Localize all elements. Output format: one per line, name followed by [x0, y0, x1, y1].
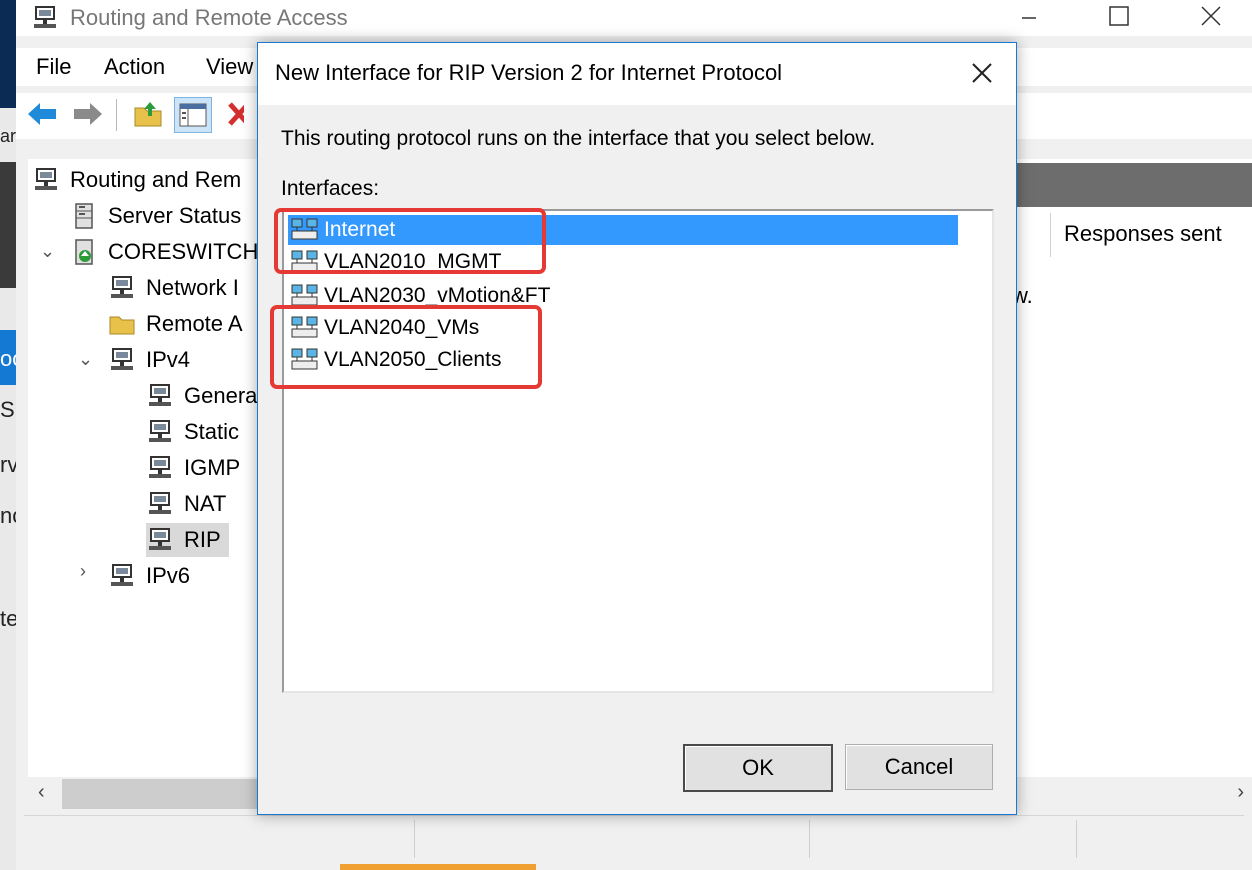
dialog-title: New Interface for RIP Version 2 for Inte… [275, 60, 783, 85]
tree-item-routing-root[interactable]: Routing and Rem [32, 163, 241, 197]
forward-button[interactable] [70, 97, 106, 131]
tree-item-label: Remote A [146, 311, 243, 336]
tree-item-server-status[interactable]: Server Status [70, 199, 241, 233]
interfaces-label: Interfaces: [281, 177, 380, 200]
network-icon [108, 346, 136, 374]
tree-item-nat[interactable]: NAT [146, 487, 226, 521]
network-icon [146, 490, 174, 518]
column-header-responses-sent[interactable]: Responses sent [1064, 221, 1222, 247]
annotation-highlight-box [270, 305, 542, 389]
server-up-icon [70, 238, 98, 266]
close-icon [972, 63, 992, 83]
server-stack-icon [70, 202, 98, 230]
tree-item-label: Static [184, 419, 240, 444]
folder-icon [108, 310, 136, 338]
forward-arrow-icon [74, 103, 102, 125]
tree-item-general[interactable]: Genera [146, 379, 257, 413]
tree-item-coreswitch[interactable]: CORESWITCH [70, 235, 258, 269]
network-icon [146, 418, 174, 446]
annotation-highlight-box [274, 208, 546, 274]
rras-app-icon [32, 5, 58, 36]
desktop-navy-band [0, 0, 16, 108]
dialog-description: This routing protocol runs on the interf… [281, 127, 876, 150]
menu-action[interactable]: Action [104, 54, 165, 80]
network-icon [108, 274, 136, 302]
back-button[interactable] [24, 97, 60, 131]
desktop-fragment-text: rv [0, 452, 16, 477]
scrollbar-thumb[interactable] [62, 779, 262, 809]
tree-item-label: Routing and Rem [70, 167, 242, 192]
tree-item-label: RIP [184, 527, 221, 552]
window-title: Routing and Remote Access [70, 5, 348, 30]
status-bar-separator [414, 820, 415, 858]
tree-item-igmp[interactable]: IGMP [146, 451, 240, 485]
interfaces-list[interactable]: Internet VLAN2010_MGMT VLAN2030_vMotion&… [282, 209, 994, 693]
scroll-right-icon[interactable]: › [1237, 781, 1244, 804]
show-hide-pane-icon [179, 103, 207, 127]
status-bar-separator [1076, 820, 1077, 858]
tree-item-ipv6[interactable]: IPv6 [108, 559, 190, 593]
ok-button[interactable]: OK [683, 744, 833, 792]
tree-item-label: IPv6 [146, 563, 191, 588]
desktop-fragment-text: ar [0, 126, 16, 146]
server-icon [32, 166, 60, 194]
console-tree: Routing and Rem Server Status ⌄ CORESWIT… [28, 159, 278, 777]
tree-item-label: Network I [146, 275, 239, 300]
delete-icon [228, 102, 244, 126]
chevron-down-icon[interactable]: ⌄ [40, 241, 55, 262]
toolbar-separator [116, 99, 117, 131]
column-separator[interactable] [1050, 213, 1051, 257]
up-one-level-button[interactable] [130, 97, 166, 131]
network-icon [146, 526, 174, 554]
back-arrow-icon [28, 103, 56, 125]
tree-item-network-interfaces[interactable]: Network I [108, 271, 239, 305]
desktop-fragment-text: nc [0, 503, 16, 528]
dialog-title-bar: New Interface for RIP Version 2 for Inte… [258, 43, 1016, 105]
scroll-left-icon[interactable]: ‹ [38, 781, 45, 804]
close-window-button[interactable] [1188, 0, 1234, 32]
details-pane-header [1012, 163, 1252, 207]
taskbar-highlight [340, 864, 536, 870]
tree-item-label: Server Status [108, 203, 242, 228]
maximize-button[interactable] [1096, 0, 1142, 32]
network-icon [108, 562, 136, 590]
desktop-background-strip: ar oo S rv nc te [0, 0, 16, 870]
tree-item-label: CORESWITCH [108, 239, 259, 264]
details-pane: Responses sent w. [1012, 159, 1252, 777]
status-bar-separator [809, 820, 810, 858]
show-hide-console-tree-button[interactable] [174, 97, 212, 133]
chevron-right-icon[interactable]: › [80, 561, 86, 582]
new-interface-dialog: New Interface for RIP Version 2 for Inte… [257, 42, 1017, 815]
menu-file[interactable]: File [36, 54, 71, 80]
desktop-fragment-text: S [0, 397, 15, 422]
menu-view[interactable]: View [206, 54, 253, 80]
minimize-button[interactable] [1006, 0, 1052, 32]
tree-item-remote-access[interactable]: Remote A [108, 307, 243, 341]
tree-item-rip[interactable]: RIP [146, 523, 229, 557]
desktop-fragment-text: te [0, 606, 16, 631]
desktop-dark-band [0, 162, 16, 288]
desktop-fragment-text: oo [0, 346, 16, 371]
title-bar: Routing and Remote Access [16, 0, 1252, 36]
network-icon [146, 454, 174, 482]
up-folder-icon [134, 102, 162, 127]
tree-item-label: IPv4 [146, 347, 191, 372]
close-icon [1201, 6, 1221, 26]
cancel-button[interactable]: Cancel [845, 744, 993, 790]
tree-item-label: NAT [184, 491, 227, 516]
delete-button[interactable] [224, 97, 244, 131]
tree-item-label: IGMP [184, 455, 241, 480]
status-bar [24, 815, 1244, 862]
tree-item-label: Genera [184, 383, 258, 408]
dialog-close-button[interactable] [960, 53, 1004, 93]
tree-item-ipv4[interactable]: IPv4 [108, 343, 190, 377]
tree-item-static-routes[interactable]: Static [146, 415, 239, 449]
chevron-down-icon[interactable]: ⌄ [78, 349, 93, 370]
network-icon [146, 382, 174, 410]
